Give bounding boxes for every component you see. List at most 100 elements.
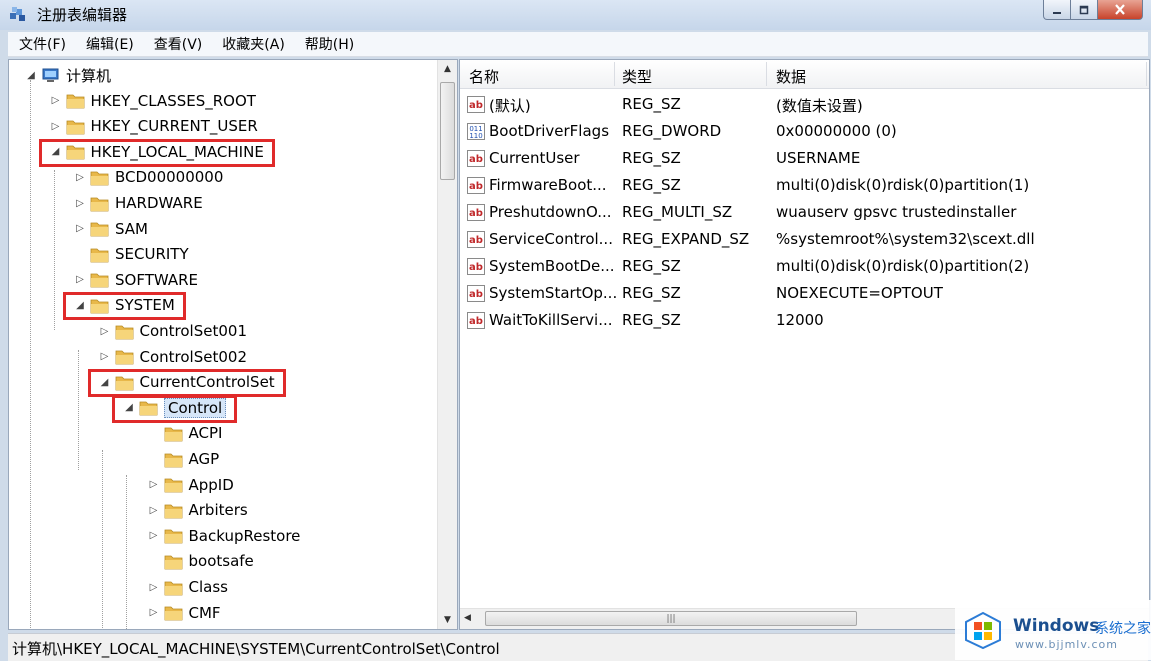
collapsed-arrow-icon[interactable]: ▷: [148, 479, 160, 491]
tree-item-label: Arbiters: [188, 501, 248, 520]
collapsed-arrow-icon[interactable]: ▷: [74, 197, 86, 209]
scroll-left-arrow-icon[interactable]: ◀: [464, 613, 471, 623]
svg-text:ab: ab: [469, 181, 483, 192]
column-divider[interactable]: [1146, 62, 1147, 86]
cell-data: 0x00000000 (0): [776, 122, 897, 140]
scroll-thumb[interactable]: |||: [485, 611, 857, 626]
tree-item-label: AppID: [188, 475, 234, 494]
tree-item[interactable]: ▷ HKEY_CURRENT_USER: [50, 115, 258, 137]
cell-name: BootDriverFlags: [489, 122, 610, 140]
scroll-up-arrow-icon[interactable]: ▲: [438, 60, 457, 78]
tree-item[interactable]: ▷ ControlSet001: [99, 320, 247, 342]
tree-item[interactable]: ▷ HKEY_CLASSES_ROOT: [50, 90, 256, 112]
tree-vertical-scrollbar[interactable]: ▲ ▼: [437, 60, 457, 629]
column-divider[interactable]: [766, 62, 767, 86]
collapsed-arrow-icon[interactable]: ▷: [74, 274, 86, 286]
values-list[interactable]: 名称 类型 数据 ab (默认) REG_SZ (数值未设置) 011 110 BootDr…: [459, 59, 1150, 630]
close-icon: [1115, 4, 1125, 15]
cell-type: REG_MULTI_SZ: [622, 203, 733, 221]
column-divider[interactable]: [614, 62, 615, 86]
svg-text:ab: ab: [469, 208, 483, 219]
column-header-name[interactable]: 名称: [469, 66, 499, 87]
tree-item-label: AGP: [188, 450, 220, 468]
list-item[interactable]: ab CurrentUser REG_SZ USERNAME: [460, 145, 1149, 172]
folder-icon: [164, 427, 182, 442]
tree-item-label: HKEY_CURRENT_USER: [90, 117, 258, 136]
tree-item[interactable]: bootsafe: [148, 550, 254, 572]
collapsed-arrow-icon[interactable]: ▷: [148, 504, 160, 516]
collapsed-arrow-icon[interactable]: ▷: [74, 171, 86, 183]
minimize-icon: [1053, 11, 1061, 14]
list-item[interactable]: ab PreshutdownO... REG_MULTI_SZ wuauserv gp…: [460, 199, 1149, 226]
string-value-icon: ab: [467, 312, 485, 329]
scroll-down-arrow-icon[interactable]: ▼: [438, 611, 457, 629]
collapsed-arrow-icon[interactable]: ▷: [99, 351, 111, 363]
collapsed-arrow-icon[interactable]: ▷: [74, 223, 86, 235]
folder-icon: [164, 581, 182, 595]
tree-item-label: ControlSet001: [139, 322, 247, 340]
list-item[interactable]: ab FirmwareBoot... REG_SZ multi(0)disk(0)rd…: [460, 172, 1149, 199]
tree-item-label: CMF: [188, 603, 221, 622]
tree-item[interactable]: ▷ CMF: [148, 602, 221, 624]
tree-item[interactable]: ▷ ControlSet002: [99, 346, 247, 368]
string-value-icon: ab: [467, 96, 485, 113]
list-item[interactable]: ab WaitToKillServi... REG_SZ 12000: [460, 307, 1149, 334]
column-header-type[interactable]: 类型: [622, 66, 652, 87]
highlight-box: [63, 292, 186, 321]
list-item[interactable]: ab ServiceControl... REG_EXPAND_SZ %systemr…: [460, 226, 1149, 253]
folder-icon: [164, 504, 182, 519]
folder-icon: [164, 453, 182, 467]
tree-guide-line: [54, 170, 55, 330]
folder-icon: [164, 606, 182, 621]
folder-icon: [164, 529, 182, 544]
scroll-thumb[interactable]: [440, 82, 455, 180]
window-title: 注册表编辑器: [37, 6, 128, 24]
svg-text:ab: ab: [469, 316, 483, 327]
minimize-button[interactable]: [1043, 0, 1071, 20]
list-item[interactable]: ab SystemStartOp... REG_SZ NOEXECUTE=OPTOU…: [460, 280, 1149, 307]
collapsed-arrow-icon[interactable]: ▷: [148, 581, 160, 593]
maximize-button[interactable]: [1071, 0, 1098, 20]
watermark-url: www.bjjmlv.com: [1015, 638, 1118, 651]
list-item[interactable]: ab (默认) REG_SZ (数值未设置): [460, 91, 1149, 118]
cell-name: (默认): [489, 97, 531, 115]
list-item[interactable]: 011 110 BootDriverFlags REG_DWORD 0x00000000…: [460, 118, 1149, 145]
tree-item[interactable]: AGP: [148, 448, 220, 470]
menu-file[interactable]: 文件(F): [8, 34, 75, 54]
menu-view[interactable]: 查看(V): [143, 34, 212, 54]
collapsed-arrow-icon[interactable]: ▷: [148, 607, 160, 619]
string-value-icon: ab: [467, 204, 485, 221]
menu-edit[interactable]: 编辑(E): [75, 34, 143, 54]
tree-item-label: Class: [188, 578, 228, 596]
string-value-icon: ab: [467, 177, 485, 194]
registry-tree[interactable]: ◢ 计算机 ▷ HKEY_CLASSES_ROOT ▷ HKEY_CURRENT_USER…: [8, 59, 458, 630]
tree-item-label: HARDWARE: [115, 194, 203, 212]
tree-item[interactable]: ▷ BackupRestore: [148, 525, 301, 547]
list-item[interactable]: ab SystemBootDe... REG_SZ multi(0)disk(0)rd…: [460, 253, 1149, 280]
collapsed-arrow-icon[interactable]: ▷: [50, 95, 62, 107]
column-header-data[interactable]: 数据: [776, 66, 806, 87]
tree-item[interactable]: SECURITY: [74, 243, 189, 265]
tree-item[interactable]: ▷ SAM: [74, 218, 148, 240]
tree-item-label: BackupRestore: [188, 526, 301, 545]
tree-item[interactable]: ▷ BCD00000000: [74, 166, 223, 188]
collapsed-arrow-icon[interactable]: ▷: [99, 325, 111, 337]
menu-favorites[interactable]: 收藏夹(A): [211, 34, 294, 54]
collapsed-arrow-icon[interactable]: ▷: [148, 530, 160, 542]
collapsed-arrow-icon[interactable]: ▷: [50, 120, 62, 132]
expanded-arrow-icon[interactable]: ◢: [25, 69, 37, 81]
folder-icon: [90, 273, 109, 288]
tree-item[interactable]: ◢ 计算机: [25, 64, 111, 86]
status-path: 计算机\HKEY_LOCAL_MACHINE\SYSTEM\CurrentCon…: [12, 640, 500, 658]
tree-item[interactable]: ▷ Class: [148, 576, 228, 598]
tree-item[interactable]: ▷ AppID: [148, 474, 234, 496]
cell-type: REG_SZ: [622, 284, 681, 302]
tree-item[interactable]: ▷ Arbiters: [148, 499, 248, 521]
close-button[interactable]: [1098, 0, 1143, 20]
tree-item[interactable]: ACPI: [148, 422, 222, 444]
tree-item[interactable]: ▷ HARDWARE: [74, 192, 203, 214]
tree-item[interactable]: ▷ SOFTWARE: [74, 269, 198, 291]
computer-icon: [42, 68, 59, 82]
menu-help[interactable]: 帮助(H): [294, 34, 363, 54]
